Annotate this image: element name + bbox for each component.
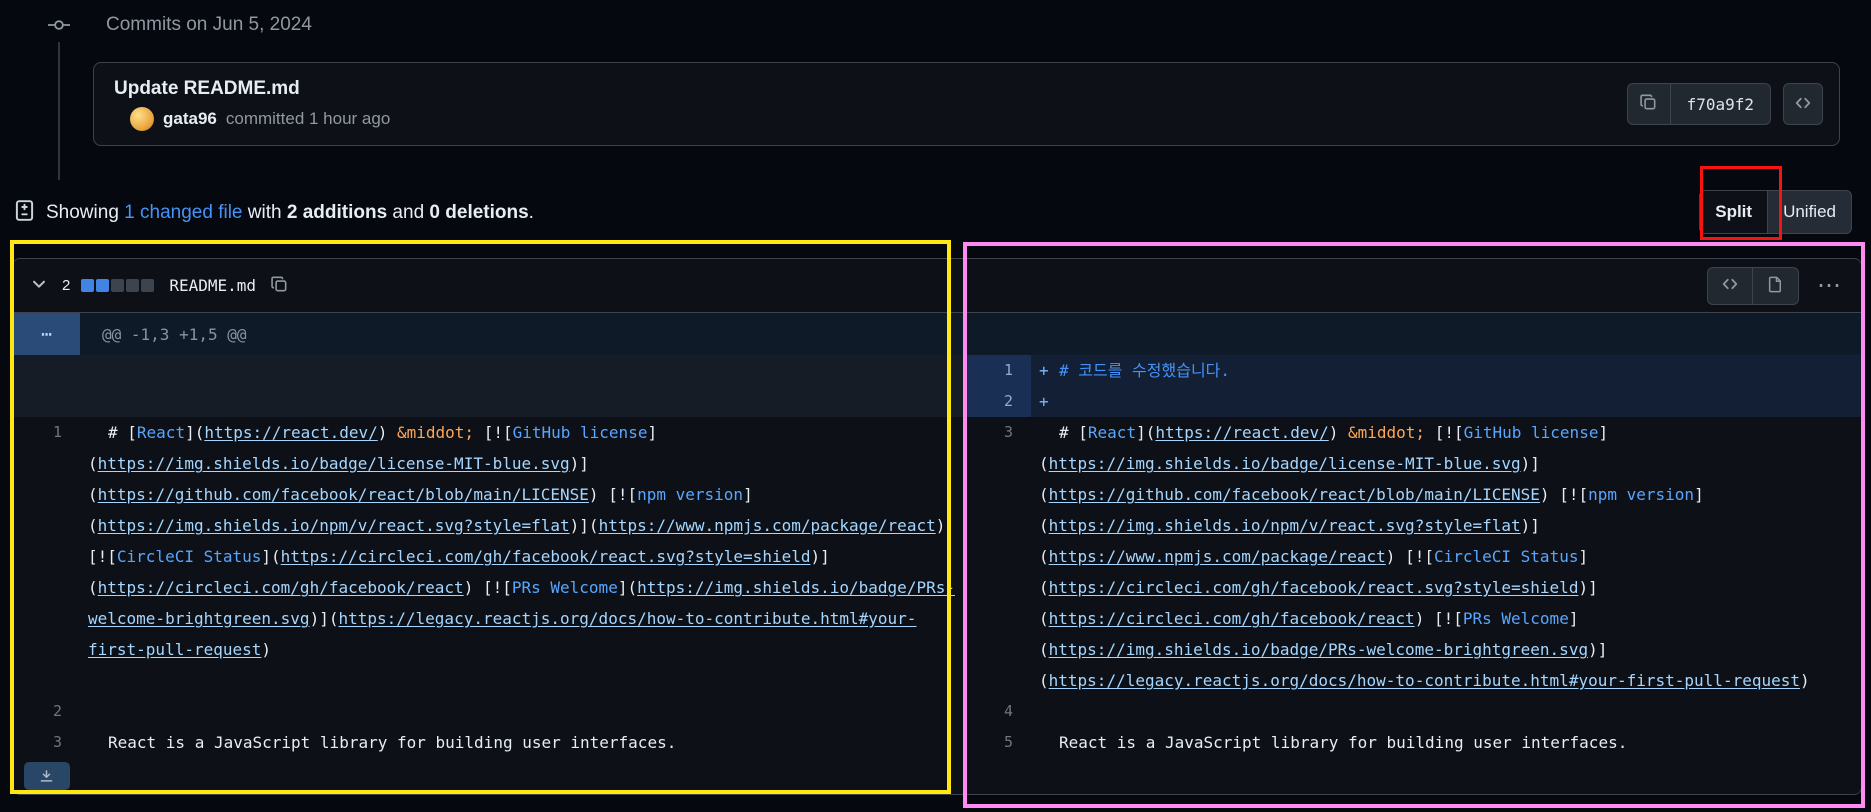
diff-summary: Showing 1 changed file with 2 additions … (14, 199, 1871, 227)
summary-period: . (528, 202, 534, 223)
line-number[interactable]: 4 (964, 696, 1031, 727)
line-number[interactable]: 3 (13, 727, 80, 758)
code-line: React is a JavaScript library for buildi… (1059, 733, 1628, 752)
diff-table: ⋯ @@ -1,3 +1,5 @@ 1 + # 코드를 수정했습니다. 2 +1 # [Rea… (13, 313, 1861, 794)
diff-stat-square (96, 279, 110, 292)
code-line: # [React](https://react.dev/) &middot; [… (88, 423, 955, 659)
file-diff-panel: 2 README.md ⋯ ⋯ @@ -1,3 +1,5 @@ 1 + # 코드… (12, 258, 1862, 795)
hunk-header: @@ -1,3 +1,5 @@ (80, 313, 1861, 355)
expand-cell (13, 758, 80, 794)
diff-stat-square (81, 279, 95, 292)
changed-files-link[interactable]: 1 changed file (124, 202, 242, 223)
changed-lines-count: 2 (62, 277, 71, 294)
copy-sha-button[interactable] (1626, 83, 1671, 125)
summary-and: and (387, 202, 430, 223)
view-toggle: Split Unified (1699, 190, 1852, 234)
timeline-line (58, 42, 60, 180)
git-commit-icon (48, 14, 70, 36)
file-icon (1767, 276, 1784, 296)
line-number (13, 355, 80, 386)
line-number[interactable]: 5 (964, 727, 1031, 758)
commit-meta: gata96 committed 1 hour ago (130, 106, 391, 131)
commit-card: Update README.md gata96 committed 1 hour… (93, 62, 1840, 146)
diff-stat-square (111, 279, 125, 292)
added-code-line: + (1031, 386, 1861, 417)
code-icon (1794, 94, 1812, 115)
expand-hunk-button[interactable]: ⋯ (13, 313, 80, 355)
commit-action-text: committed 1 hour ago (225, 108, 391, 128)
expand-down-button[interactable] (23, 762, 70, 790)
code-line: # [React](https://react.dev/) &middot; [… (1039, 423, 1810, 690)
commit-info: Update README.md gata96 committed 1 hour… (114, 78, 390, 131)
line-number (13, 386, 80, 417)
diff-stat-square (141, 279, 155, 292)
diff-stat-squares (81, 279, 155, 292)
avatar[interactable] (130, 106, 154, 131)
summary-with: with (242, 202, 287, 223)
code-icon (1721, 275, 1739, 296)
display-rich-diff-button[interactable] (1707, 266, 1753, 305)
commits-date-heading: Commits on Jun 5, 2024 (106, 14, 312, 35)
unfold-down-icon (40, 769, 53, 782)
additions-count: 2 additions (286, 202, 388, 223)
line-number[interactable]: 2 (13, 696, 80, 727)
commit-actions: f70a9f2 (1626, 83, 1823, 125)
file-name-link[interactable]: README.md (169, 276, 256, 295)
diff-file-header: 2 README.md ⋯ (13, 259, 1861, 313)
copy-icon (271, 275, 288, 296)
browse-code-button[interactable] (1783, 83, 1823, 125)
line-number[interactable]: 1 (964, 355, 1031, 386)
diff-view-buttons (1707, 266, 1799, 305)
diff-stat-square (126, 279, 140, 292)
added-code-line: + # 코드를 수정했습니다. (1031, 355, 1861, 386)
collapse-file-chevron[interactable] (27, 274, 51, 298)
chevron-down-icon (30, 275, 48, 296)
summary-showing: Showing (46, 202, 125, 223)
line-number[interactable]: 3 (964, 417, 1031, 696)
commit-sha-group: f70a9f2 (1626, 83, 1771, 125)
diff-file-header-left: 2 README.md (27, 274, 288, 298)
diff-file-header-right: ⋯ (1707, 266, 1845, 305)
more-options-button[interactable]: ⋯ (1813, 273, 1845, 298)
code-line: React is a JavaScript library for buildi… (108, 733, 677, 752)
expand-row-filler (80, 758, 1861, 794)
commit-sha-button[interactable]: f70a9f2 (1670, 83, 1771, 125)
code-line (80, 386, 964, 417)
split-view-button[interactable]: Split (1700, 191, 1769, 233)
commit-title-link[interactable]: Update README.md (114, 78, 390, 100)
diff-summary-text: Showing 1 changed file with 2 additions … (46, 202, 534, 224)
unified-view-button[interactable]: Unified (1768, 191, 1851, 233)
code-line (80, 355, 964, 386)
file-diff-icon (14, 199, 35, 227)
commit-diff-page: Commits on Jun 5, 2024 Update README.md … (0, 0, 1871, 812)
deletions-count: 0 deletions (429, 202, 529, 223)
timeline-header: Commits on Jun 5, 2024 (0, 0, 1871, 38)
line-number[interactable]: 1 (13, 417, 80, 696)
commit-author-link[interactable]: gata96 (163, 109, 217, 129)
copy-path-button[interactable] (271, 275, 288, 296)
copy-icon (1640, 94, 1657, 114)
line-number[interactable]: 2 (964, 386, 1031, 417)
view-file-button[interactable] (1753, 266, 1799, 305)
